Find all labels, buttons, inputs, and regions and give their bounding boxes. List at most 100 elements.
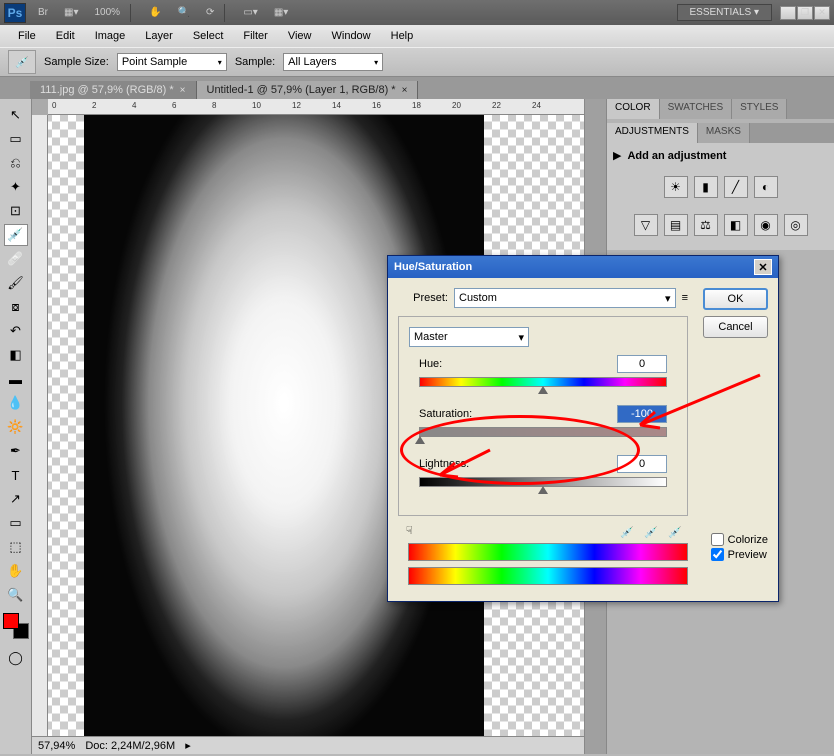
color-swatches[interactable]: [3, 613, 29, 639]
preset-menu-icon[interactable]: ≡: [682, 292, 688, 304]
color-balance-icon[interactable]: ⚖: [694, 214, 718, 236]
levels-icon[interactable]: ▮: [694, 176, 718, 198]
tab-masks[interactable]: MASKS: [698, 123, 750, 143]
hand-tool[interactable]: ✋: [4, 560, 28, 582]
document-size: Doc: 2,24M/2,96M: [85, 740, 175, 752]
hue-sat-icon[interactable]: ▤: [664, 214, 688, 236]
minimize-button[interactable]: _: [780, 6, 796, 20]
pen-tool[interactable]: ✒: [4, 440, 28, 462]
menu-window[interactable]: Window: [322, 27, 381, 45]
bw-icon[interactable]: ◧: [724, 214, 748, 236]
stamp-tool[interactable]: ⧇: [4, 296, 28, 318]
photo-filter-icon[interactable]: ◉: [754, 214, 778, 236]
tab-styles[interactable]: STYLES: [732, 99, 787, 119]
status-arrow-icon[interactable]: ▸: [185, 739, 191, 752]
rotate-icon[interactable]: ⟳: [202, 5, 218, 20]
close-icon[interactable]: ×: [180, 85, 186, 96]
dialog-close-button[interactable]: ✕: [754, 259, 772, 275]
healing-brush-tool[interactable]: 🩹: [4, 248, 28, 270]
menu-file[interactable]: File: [8, 27, 46, 45]
ok-button[interactable]: OK: [703, 288, 768, 310]
eyedropper-minus-icon[interactable]: 💉: [666, 523, 684, 541]
menu-view[interactable]: View: [278, 27, 322, 45]
magic-wand-tool[interactable]: ✦: [4, 176, 28, 198]
eraser-tool[interactable]: ◧: [4, 344, 28, 366]
document-tab[interactable]: 111.jpg @ 57,9% (RGB/8) *×: [30, 81, 197, 99]
saturation-label: Saturation:: [419, 408, 472, 420]
close-button[interactable]: ✕: [814, 6, 830, 20]
hand-icon[interactable]: ✋: [145, 5, 165, 20]
hue-slider[interactable]: [419, 377, 667, 387]
history-brush-tool[interactable]: ↶: [4, 320, 28, 342]
curves-icon[interactable]: ╱: [724, 176, 748, 198]
tab-adjustments[interactable]: ADJUSTMENTS: [607, 123, 698, 143]
lightness-slider[interactable]: [419, 477, 667, 487]
blur-tool[interactable]: 💧: [4, 392, 28, 414]
workspace-switcher[interactable]: ESSENTIALS ▾: [677, 4, 773, 21]
bridge-icon[interactable]: Br: [34, 5, 52, 20]
vibrance-icon[interactable]: ▽: [634, 214, 658, 236]
eyedropper-plus-icon[interactable]: 💉: [642, 523, 660, 541]
menu-help[interactable]: Help: [381, 27, 424, 45]
magnify-icon[interactable]: 🔍: [174, 5, 194, 20]
adjustments-panel: ▶ Add an adjustment ☀ ▮ ╱ ◐ ▽ ▤ ⚖ ◧ ◉ ◎: [607, 143, 834, 250]
crop-tool[interactable]: ⊡: [4, 200, 28, 222]
preview-checkbox[interactable]: Preview: [711, 548, 768, 561]
lasso-tool[interactable]: ⎌: [4, 152, 28, 174]
marquee-tool[interactable]: ▭: [4, 128, 28, 150]
sample-size-label: Sample Size:: [44, 56, 109, 68]
color-range-bar-top: [408, 543, 688, 561]
saturation-slider[interactable]: [419, 427, 667, 437]
app-header: Ps Br ▦▾ 100% ✋ 🔍 ⟳ ▭▾ ▦▾ ESSENTIALS ▾ _…: [0, 0, 834, 25]
menu-image[interactable]: Image: [85, 27, 136, 45]
current-tool-eyedropper[interactable]: 💉: [8, 50, 36, 74]
move-tool[interactable]: ↖: [4, 104, 28, 126]
brightness-icon[interactable]: ☀: [664, 176, 688, 198]
quick-mask-tool[interactable]: ◯: [4, 647, 28, 669]
cancel-button[interactable]: Cancel: [703, 316, 768, 338]
close-icon[interactable]: ×: [402, 85, 408, 96]
arrange-icon[interactable]: ▭▾: [239, 5, 261, 20]
colorize-checkbox[interactable]: Colorize: [711, 533, 768, 546]
saturation-input[interactable]: [617, 405, 667, 423]
eyedropper-icon[interactable]: 💉: [618, 523, 636, 541]
zoom-tool[interactable]: 🔍: [4, 584, 28, 606]
document-tabs: 111.jpg @ 57,9% (RGB/8) *× Untitled-1 @ …: [0, 77, 834, 99]
menu-select[interactable]: Select: [183, 27, 234, 45]
dodge-tool[interactable]: 🔆: [4, 416, 28, 438]
play-icon[interactable]: ▶: [613, 149, 621, 162]
menu-filter[interactable]: Filter: [233, 27, 277, 45]
brush-tool[interactable]: 🖌: [4, 272, 28, 294]
add-adjustment-label: Add an adjustment: [627, 150, 726, 162]
zoom-percentage[interactable]: 57,94%: [38, 740, 75, 752]
finger-scrub-icon[interactable]: ☟: [406, 524, 413, 537]
menu-edit[interactable]: Edit: [46, 27, 85, 45]
tab-swatches[interactable]: SWATCHES: [660, 99, 733, 119]
gradient-tool[interactable]: ▬: [4, 368, 28, 390]
3d-tool[interactable]: ⬚: [4, 536, 28, 558]
menu-layer[interactable]: Layer: [135, 27, 183, 45]
foreground-color[interactable]: [3, 613, 19, 629]
menu-bar: File Edit Image Layer Select Filter View…: [0, 25, 834, 47]
eyedropper-tool[interactable]: 💉: [4, 224, 28, 246]
restore-button[interactable]: ❐: [797, 6, 813, 20]
exposure-icon[interactable]: ◐: [754, 176, 778, 198]
document-tab[interactable]: Untitled-1 @ 57,9% (Layer 1, RGB/8) *×: [197, 81, 419, 99]
lightness-input[interactable]: [617, 455, 667, 473]
channel-dropdown[interactable]: Master▾: [409, 327, 529, 347]
zoom-level[interactable]: 100%: [90, 5, 124, 20]
adjustments-panel-tabs: ADJUSTMENTS MASKS: [607, 123, 834, 143]
sample-size-dropdown[interactable]: Point Sample▾: [117, 53, 227, 71]
docs-icon[interactable]: ▦▾: [270, 5, 292, 20]
lightness-label: Lightness:: [419, 458, 469, 470]
dialog-titlebar[interactable]: Hue/Saturation ✕: [388, 256, 778, 278]
tab-color[interactable]: COLOR: [607, 99, 660, 119]
screen-mode-icon[interactable]: ▦▾: [60, 5, 82, 20]
preset-dropdown[interactable]: Custom▾: [454, 288, 676, 308]
hue-input[interactable]: [617, 355, 667, 373]
path-selection-tool[interactable]: ↗: [4, 488, 28, 510]
channel-mixer-icon[interactable]: ◎: [784, 214, 808, 236]
shape-tool[interactable]: ▭: [4, 512, 28, 534]
sample-dropdown[interactable]: All Layers▾: [283, 53, 383, 71]
type-tool[interactable]: T: [4, 464, 28, 486]
